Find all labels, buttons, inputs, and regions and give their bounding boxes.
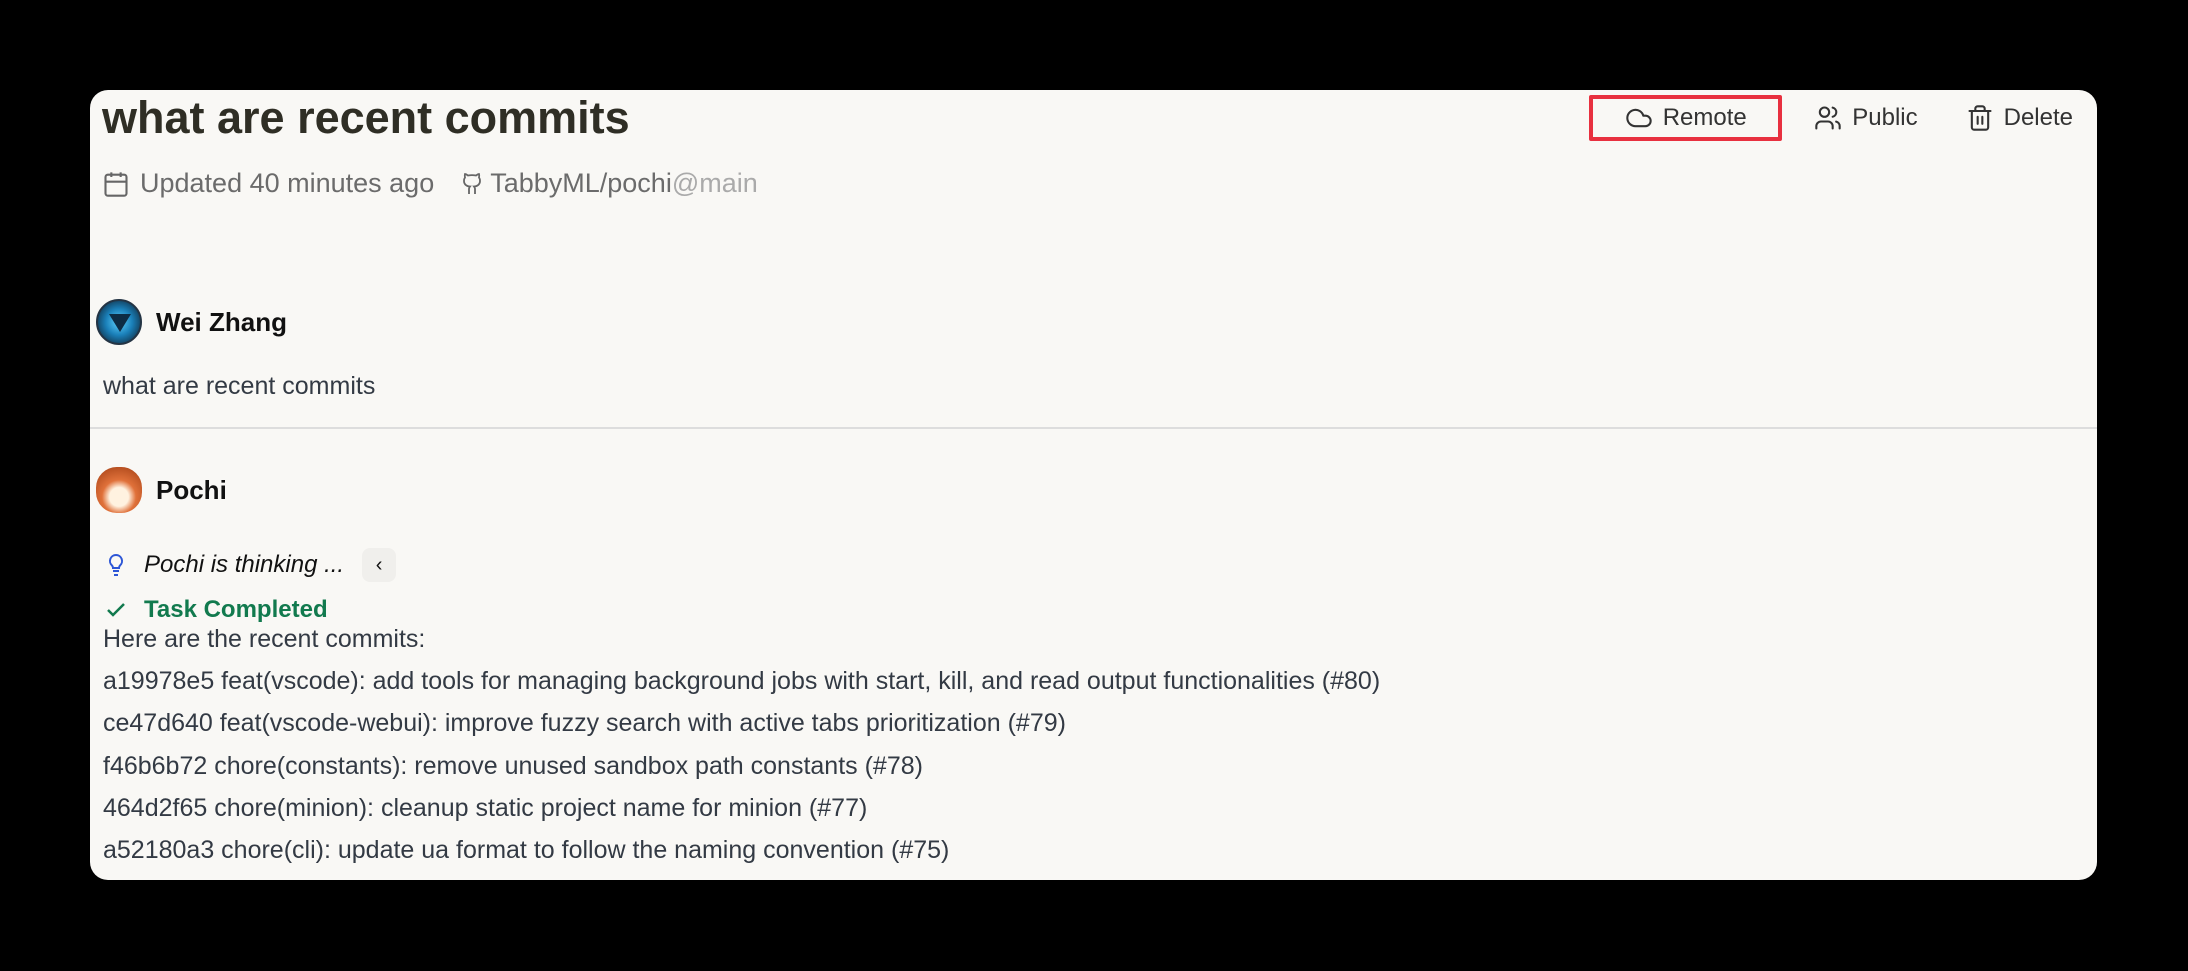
assistant-header: Pochi xyxy=(96,467,227,513)
assistant-name: Pochi xyxy=(156,474,227,505)
thinking-label: Pochi is thinking ... xyxy=(144,551,345,578)
updated-time: Updated 40 minutes ago xyxy=(140,168,435,198)
delete-button[interactable]: Delete xyxy=(1942,95,2097,141)
calendar-icon xyxy=(104,171,128,197)
public-button[interactable]: Public xyxy=(1790,95,1941,141)
assistant-response: Here are the recent commits: a19978e5 fe… xyxy=(103,618,1380,871)
user-header: Wei Zhang xyxy=(96,299,287,345)
avatar xyxy=(96,299,142,345)
remote-button[interactable]: Remote xyxy=(1589,95,1783,141)
chevron-left-icon[interactable]: ‹ xyxy=(362,548,397,582)
users-icon xyxy=(1815,106,1841,130)
repo-link[interactable]: TabbyML/pochi @main xyxy=(460,168,758,199)
divider xyxy=(90,427,2097,429)
commit-line: 464d2f65 chore(minion): cleanup static p… xyxy=(103,793,868,822)
pochi-avatar xyxy=(96,467,142,513)
commit-line: a52180a3 chore(cli): update ua format to… xyxy=(103,836,950,865)
header-actions: Remote Public Delete xyxy=(1589,94,2097,142)
task-meta: Updated 40 minutes ago TabbyML/pochi @mai… xyxy=(102,168,758,199)
commit-line: a19978e5 feat(vscode): add tools for man… xyxy=(103,667,1381,696)
user-message: what are recent commits xyxy=(103,372,376,400)
lightbulb-icon xyxy=(108,553,124,576)
repo-name: TabbyML/pochi xyxy=(490,168,672,198)
branch-name: @main xyxy=(671,168,758,198)
response-intro: Here are the recent commits: xyxy=(103,625,426,653)
task-card: what are recent commits Remote Public De… xyxy=(90,90,2097,880)
commit-line: f46b6b72 chore(constants): remove unused… xyxy=(103,751,923,780)
page-title: what are recent commits xyxy=(102,92,630,143)
trash-icon xyxy=(1968,105,1992,131)
cloud-icon xyxy=(1626,108,1652,128)
github-icon xyxy=(463,172,482,194)
delete-label: Delete xyxy=(2003,104,2073,131)
user-name: Wei Zhang xyxy=(156,306,287,337)
public-label: Public xyxy=(1852,104,1918,131)
commit-line: ce47d640 feat(vscode-webui): improve fuz… xyxy=(103,709,1066,738)
remote-label: Remote xyxy=(1662,104,1747,131)
thinking-toggle[interactable]: Pochi is thinking ... ‹ xyxy=(104,548,397,582)
